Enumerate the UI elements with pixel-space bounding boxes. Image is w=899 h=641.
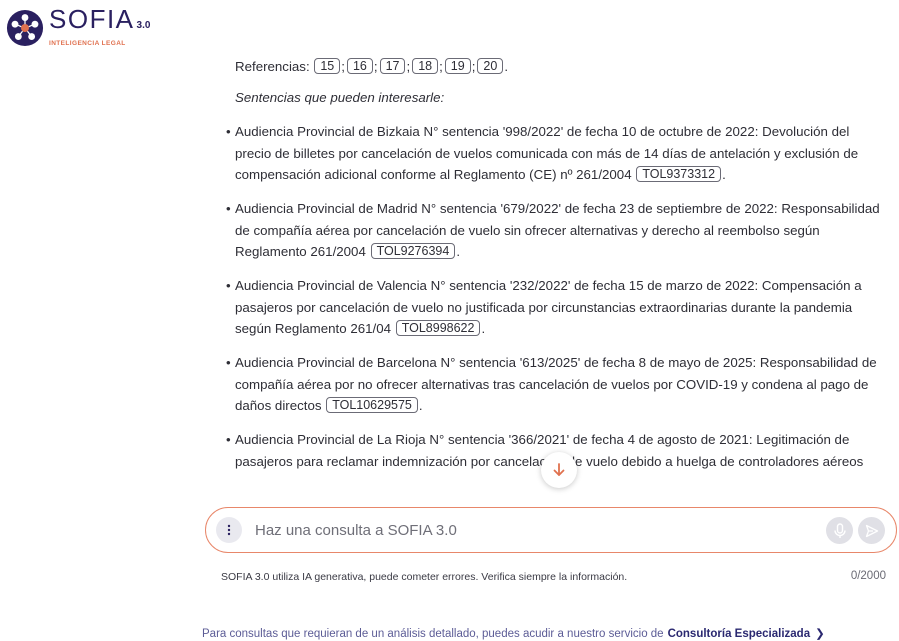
tol-reference-chip[interactable]: TOL8998622 <box>395 320 481 336</box>
sofia-logo-icon <box>6 9 44 47</box>
reference-chip[interactable]: 17 <box>379 58 406 74</box>
send-icon <box>865 524 878 537</box>
ai-disclaimer: SOFIA 3.0 utiliza IA generativa, puede c… <box>221 571 628 583</box>
tol-reference-chip[interactable]: TOL9276394 <box>370 243 456 259</box>
query-composer <box>205 507 897 553</box>
reference-chip[interactable]: 19 <box>444 58 471 74</box>
recommendations-subtitle: Sentencias que pueden interesarle: <box>235 90 445 105</box>
list-item: • Audiencia Provincial de Barcelona N° se… <box>226 355 877 413</box>
footer-text: Para consultas que requieran de un análi… <box>202 628 664 640</box>
brand-logo[interactable]: SOFIA 3.0 INTELIGENCIA LEGAL <box>6 3 151 48</box>
list-item: • Audiencia Provincial de Bizkaia N° sent… <box>226 124 859 182</box>
chevron-right-icon[interactable]: ❯ <box>815 626 825 640</box>
send-button[interactable] <box>858 517 885 544</box>
brand-tagline: INTELIGENCIA LEGAL <box>49 39 126 47</box>
vertical-dots-icon <box>227 524 231 536</box>
reference-chip[interactable]: 20 <box>477 58 504 74</box>
microphone-button[interactable] <box>826 517 853 544</box>
reference-chip[interactable]: 18 <box>412 58 439 74</box>
list-item: • Audiencia Provincial de Valencia N° sen… <box>226 278 862 336</box>
references-label: Referencias: <box>235 59 310 74</box>
judgment-text: Audiencia Provincial de Madrid N° senten… <box>235 201 880 259</box>
references-line: Referencias: 15; 16; 17; 18; 19; 20. <box>235 58 509 74</box>
scroll-down-button[interactable] <box>541 452 577 488</box>
microphone-icon <box>833 522 846 538</box>
footer-banner: Para consultas que requieran de un análi… <box>202 626 825 640</box>
judgment-text: Audiencia Provincial de Bizkaia N° sente… <box>235 124 859 182</box>
reference-chip[interactable]: 16 <box>346 58 373 74</box>
list-item: • Audiencia Provincial de Madrid N° sente… <box>226 201 880 259</box>
reference-chip[interactable]: 15 <box>314 58 341 74</box>
judgments-list: • Audiencia Provincial de Bizkaia N° sent… <box>225 121 887 485</box>
brand-name: SOFIA 3.0 <box>49 3 151 34</box>
brand-version: 3.0 <box>136 19 151 31</box>
tol-reference-chip[interactable]: TOL10629575 <box>326 397 418 413</box>
consultoria-link[interactable]: Consultoría Especializada <box>668 628 811 640</box>
arrow-down-icon <box>553 463 565 476</box>
options-menu-button[interactable] <box>216 517 242 543</box>
judgment-text: Audiencia Provincial de Valencia N° sent… <box>235 278 862 336</box>
tol-reference-chip[interactable]: TOL9373312 <box>636 166 722 182</box>
character-counter: 0/2000 <box>850 570 886 582</box>
query-input[interactable] <box>255 518 815 542</box>
conversation-panel[interactable]: Referencias: 15; 16; 17; 18; 19; 20. Sentenci… <box>225 48 887 488</box>
